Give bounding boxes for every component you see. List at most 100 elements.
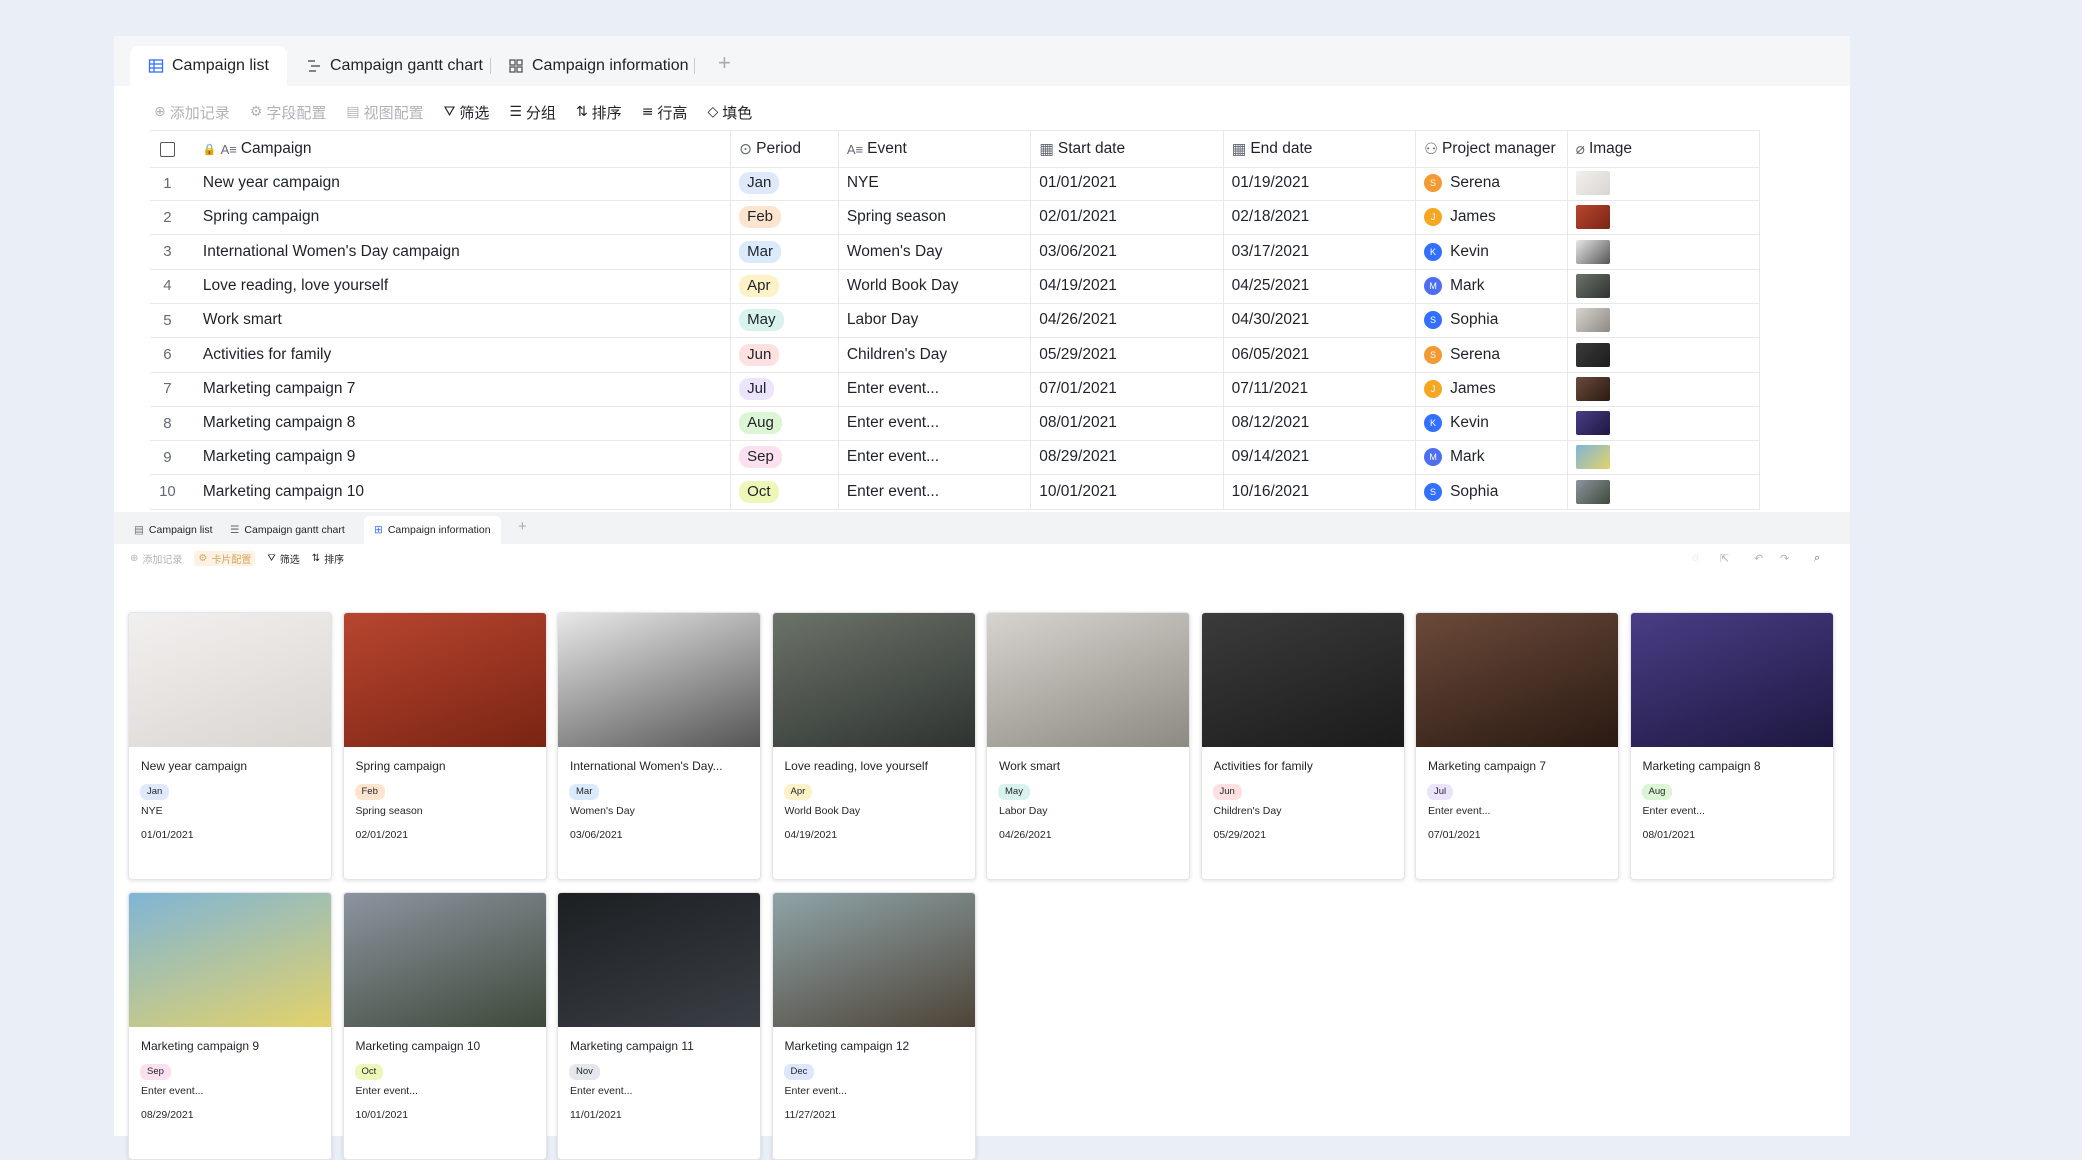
table-row[interactable]: 2 Spring campaign Feb Spring season 02/01/20… xyxy=(150,200,1760,236)
cell-start-date[interactable]: 08/01/2021 xyxy=(1031,406,1224,441)
camping-festival-thumbnail[interactable] xyxy=(1575,479,1610,504)
column-header-event[interactable]: A≡ Event xyxy=(839,131,1032,167)
cell-event[interactable]: Labor Day xyxy=(839,303,1032,338)
cell-end-date[interactable]: 07/11/2021 xyxy=(1224,371,1417,406)
cell-event[interactable]: Women's Day xyxy=(839,234,1032,269)
column-header-start-date[interactable]: ▦ Start date xyxy=(1031,131,1224,167)
group-button[interactable]: ☰ 分组 xyxy=(509,102,556,123)
cell-end-date[interactable]: 09/14/2021 xyxy=(1224,440,1417,475)
cell-image[interactable] xyxy=(1568,406,1760,441)
cell-end-date[interactable]: 08/12/2021 xyxy=(1224,406,1417,441)
cell-period[interactable]: Sep xyxy=(731,440,839,475)
cell-event[interactable]: Enter event... xyxy=(839,371,1032,406)
row-height-button[interactable]: ≡ 行高 xyxy=(642,102,688,123)
cell-event[interactable]: Children's Day xyxy=(839,337,1032,372)
cell-campaign[interactable]: Marketing campaign 7 xyxy=(185,371,732,406)
column-header-project-manager[interactable]: ⚇ Project manager xyxy=(1416,131,1568,167)
column-header-period[interactable]: ⊙ Period xyxy=(731,131,839,167)
cell-image[interactable] xyxy=(1568,474,1760,509)
open-book-forest-thumbnail[interactable] xyxy=(1575,273,1610,298)
cell-event[interactable]: Spring season xyxy=(839,200,1032,235)
share-icon[interactable]: ⇱ xyxy=(1720,552,1729,565)
cell-period[interactable]: Oct xyxy=(731,474,839,509)
add-view-icon[interactable]: + xyxy=(518,518,527,535)
cell-image[interactable] xyxy=(1568,268,1760,303)
cell-end-date[interactable]: 04/30/2021 xyxy=(1224,303,1417,338)
card-config-button[interactable]: ⚙ 卡片配置 xyxy=(194,550,256,566)
cell-campaign[interactable]: New year campaign xyxy=(185,166,732,200)
campaign-card[interactable]: Marketing campaign 10 Oct Enter event... 10… xyxy=(342,892,547,1160)
cell-start-date[interactable]: 07/01/2021 xyxy=(1031,371,1224,406)
collaborator-icon[interactable]: ◌ xyxy=(1692,552,1699,564)
cell-project-manager[interactable]: K Kevin xyxy=(1416,234,1568,269)
cell-campaign[interactable]: Love reading, love yourself xyxy=(185,268,732,303)
cell-project-manager[interactable]: K Kevin xyxy=(1416,406,1568,441)
cell-period[interactable]: Aug xyxy=(731,406,839,441)
cell-project-manager[interactable]: M Mark xyxy=(1416,268,1568,303)
cell-start-date[interactable]: 04/26/2021 xyxy=(1031,303,1224,338)
cell-project-manager[interactable]: S Sophia xyxy=(1416,474,1568,509)
cell-event[interactable]: World Book Day xyxy=(839,268,1032,303)
cell-start-date[interactable]: 01/01/2021 xyxy=(1031,166,1224,200)
cell-end-date[interactable]: 10/16/2021 xyxy=(1224,474,1417,509)
campaign-card[interactable]: Love reading, love yourself Apr World Book… xyxy=(771,612,976,880)
cell-period[interactable]: Jul xyxy=(731,371,839,406)
cell-event[interactable]: NYE xyxy=(839,166,1032,200)
tab-campaign-list[interactable]: ▤ Campaign list xyxy=(124,516,223,544)
column-header-end-date[interactable]: ▦ End date xyxy=(1224,131,1417,167)
column-header-campaign[interactable]: 🔒 A≡ Campaign xyxy=(185,131,732,167)
woman-subway-thumbnail[interactable] xyxy=(1575,239,1610,264)
cell-event[interactable]: Enter event... xyxy=(839,406,1032,441)
cell-campaign[interactable]: Marketing campaign 10 xyxy=(185,474,732,509)
cell-end-date[interactable]: 03/17/2021 xyxy=(1224,234,1417,269)
cell-period[interactable]: Jun xyxy=(731,337,839,372)
cell-image[interactable] xyxy=(1568,200,1760,235)
cell-period[interactable]: Feb xyxy=(731,200,839,235)
table-row[interactable]: 3 International Women's Day campaign Mar Wo… xyxy=(150,234,1760,270)
new-year-letters-thumbnail[interactable] xyxy=(1575,171,1610,195)
campaign-card[interactable]: Marketing campaign 7 Jul Enter event... 07/… xyxy=(1415,612,1619,880)
table-row[interactable]: 1 New year campaign Jan NYE 01/01/2021 01/19/… xyxy=(150,166,1760,201)
campaign-card[interactable]: Spring campaign Feb Spring season 02/01/202… xyxy=(342,612,547,880)
cell-campaign[interactable]: Work smart xyxy=(185,303,732,338)
cell-image[interactable] xyxy=(1568,303,1760,338)
laptop-desk-thumbnail[interactable] xyxy=(1575,308,1610,333)
redo-icon[interactable]: ↷ xyxy=(1780,552,1789,565)
concert-hands-thumbnail[interactable] xyxy=(1575,376,1610,401)
cell-project-manager[interactable]: J James xyxy=(1416,371,1568,406)
tab-campaign-gantt-chart[interactable]: ☰ Campaign gantt chart xyxy=(220,516,355,544)
cell-start-date[interactable]: 02/01/2021 xyxy=(1031,200,1224,235)
cell-period[interactable]: Apr xyxy=(731,268,839,303)
cell-start-date[interactable]: 03/06/2021 xyxy=(1031,234,1224,269)
add-view-icon[interactable]: + xyxy=(718,50,731,76)
campaign-card[interactable]: Activities for family Jun Children's Day 05… xyxy=(1200,612,1405,880)
filter-button[interactable]: ⛛ 筛选 xyxy=(267,551,299,566)
campaign-card[interactable]: Work smart May Labor Day 04/26/2021 xyxy=(986,612,1190,880)
table-row[interactable]: 9 Marketing campaign 9 Sep Enter event... 08… xyxy=(150,440,1760,476)
add-record-button[interactable]: ⊕ 添加记录 xyxy=(130,551,182,566)
color-festival-thumbnail[interactable] xyxy=(1575,445,1610,470)
cell-image[interactable] xyxy=(1568,166,1760,200)
cell-period[interactable]: May xyxy=(731,303,839,338)
cell-campaign[interactable]: Activities for family xyxy=(185,337,732,372)
cell-end-date[interactable]: 04/25/2021 xyxy=(1224,268,1417,303)
sort-button[interactable]: ⇅ 排序 xyxy=(576,102,622,123)
view-config-button[interactable]: ▤ 视图配置 xyxy=(346,102,423,123)
cell-project-manager[interactable]: S Serena xyxy=(1416,337,1568,372)
table-row[interactable]: 5 Work smart May Labor Day 04/26/2021 04/30/2… xyxy=(150,303,1760,339)
cell-image[interactable] xyxy=(1568,440,1760,475)
campaign-card[interactable]: Marketing campaign 12 Dec Enter event... 11… xyxy=(771,892,976,1160)
concert-crowd-thumbnail[interactable] xyxy=(1575,411,1610,436)
cell-event[interactable]: Enter event... xyxy=(839,440,1032,475)
cell-period[interactable]: Mar xyxy=(731,234,839,269)
tab-campaign-information[interactable]: ⊞ Campaign information xyxy=(364,516,501,544)
cell-campaign[interactable]: Marketing campaign 8 xyxy=(185,406,732,441)
tab-campaign-information[interactable]: Campaign information xyxy=(490,46,707,86)
cell-campaign[interactable]: International Women's Day campaign xyxy=(185,234,732,269)
child-reading-thumbnail[interactable] xyxy=(1575,342,1610,367)
search-icon[interactable]: ⌕ xyxy=(1814,552,1820,565)
cell-end-date[interactable]: 06/05/2021 xyxy=(1224,337,1417,372)
table-row[interactable]: 10 Marketing campaign 10 Oct Enter event...… xyxy=(150,474,1760,510)
undo-icon[interactable]: ↶ xyxy=(1754,552,1763,565)
cell-project-manager[interactable]: S Serena xyxy=(1416,166,1568,200)
